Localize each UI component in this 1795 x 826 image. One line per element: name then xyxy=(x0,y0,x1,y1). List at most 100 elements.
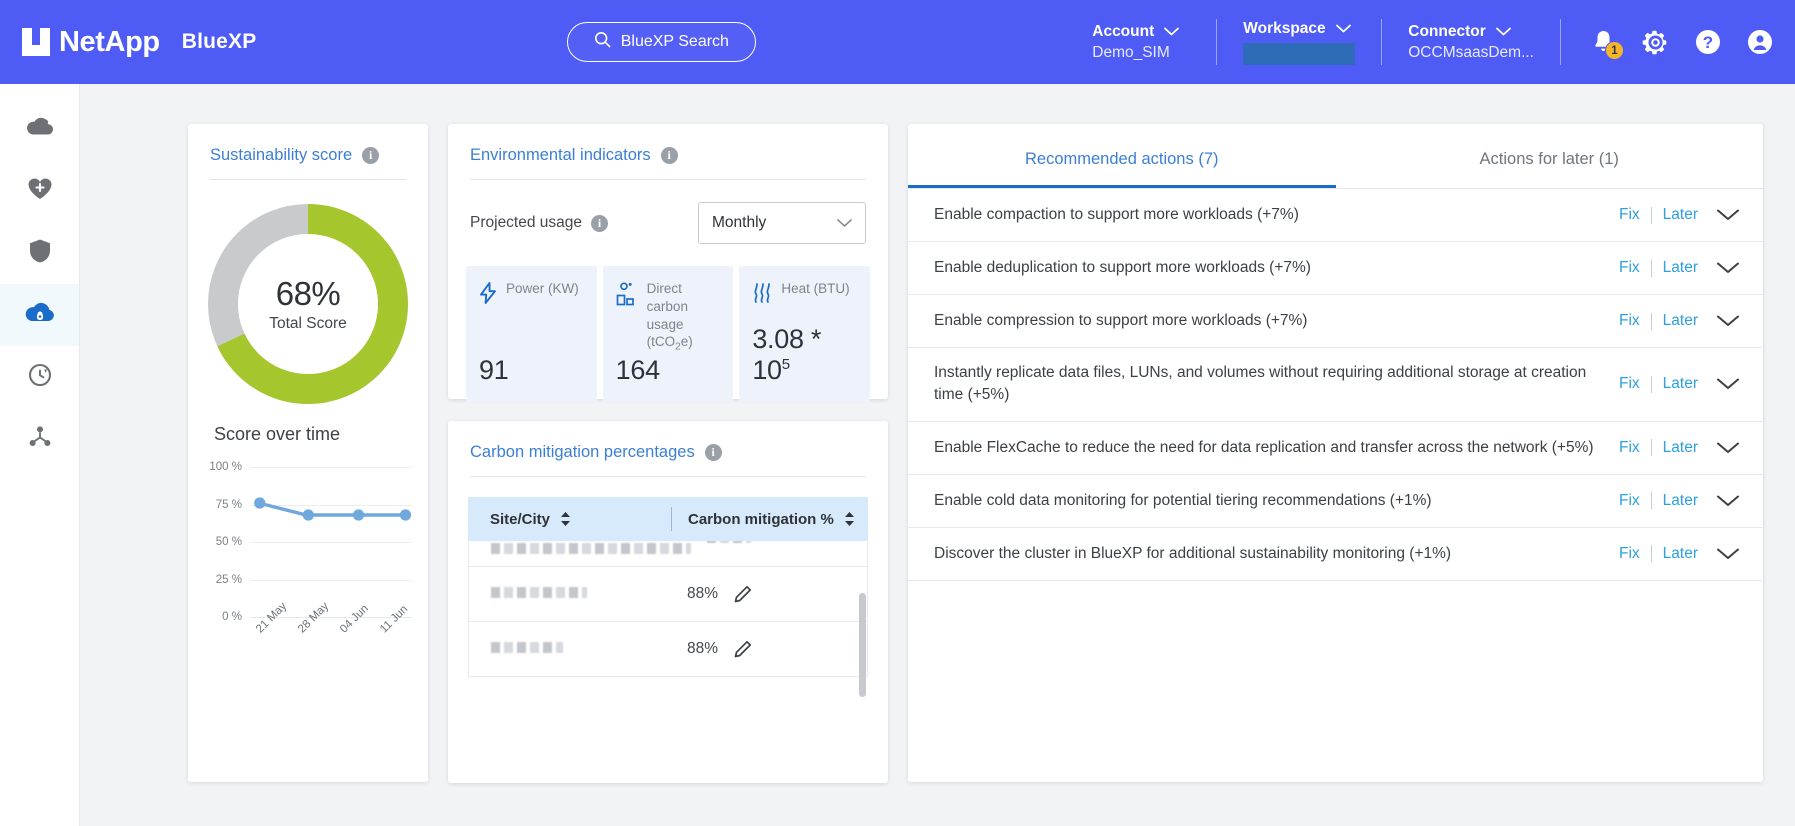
sidebar-item-health[interactable] xyxy=(0,160,79,222)
fix-link[interactable]: Fix xyxy=(1619,492,1640,510)
heat-waves-icon xyxy=(752,282,772,304)
column-header-mitigation[interactable]: Carbon mitigation % xyxy=(672,511,868,528)
environmental-indicators-card: Environmental indicators i Projected usa… xyxy=(448,124,888,402)
action-controls: Fix Later xyxy=(1619,439,1739,457)
later-link[interactable]: Later xyxy=(1663,492,1698,510)
later-link[interactable]: Later xyxy=(1663,206,1698,224)
table-body[interactable]: 88% 88% xyxy=(468,541,868,677)
action-row[interactable]: Instantly replicate data files, LUNs, an… xyxy=(908,348,1763,422)
info-icon[interactable]: i xyxy=(704,444,722,461)
tab-recommended-actions[interactable]: Recommended actions (7) xyxy=(908,124,1336,188)
sidebar-item-governance[interactable] xyxy=(0,408,79,470)
later-link[interactable]: Later xyxy=(1663,545,1698,563)
kpi-carbon-label: Direct carbon usage (tCO2e) xyxy=(647,280,721,354)
tab-recommended-actions-label: Recommended actions (7) xyxy=(1024,150,1219,168)
cell-site xyxy=(469,541,691,559)
chevron-down-icon[interactable] xyxy=(1709,442,1739,454)
chevron-down-icon[interactable] xyxy=(1709,262,1739,274)
projected-usage-row: Projected usage i Monthly xyxy=(448,180,888,244)
tab-actions-for-later-label: Actions for later (1) xyxy=(1479,150,1619,168)
score-donut-chart: 68% Total Score xyxy=(188,180,428,412)
user-avatar-icon[interactable] xyxy=(1747,29,1773,55)
sort-arrows-icon[interactable] xyxy=(560,512,571,526)
chevron-down-icon[interactable] xyxy=(1709,378,1739,390)
pencil-edit-icon[interactable] xyxy=(732,583,754,605)
account-label: Account xyxy=(1092,22,1155,40)
donut-ring: 68% Total Score xyxy=(208,204,408,404)
fix-link[interactable]: Fix xyxy=(1619,545,1640,563)
table-scrollbar[interactable] xyxy=(859,593,866,697)
health-icon xyxy=(27,176,53,206)
action-text: Instantly replicate data files, LUNs, an… xyxy=(934,364,1587,404)
action-row[interactable]: Enable FlexCache to reduce the need for … xyxy=(908,422,1763,475)
help-icon[interactable]: ? xyxy=(1695,29,1721,55)
bluexp-search-label: BlueXP Search xyxy=(620,33,729,50)
table-row[interactable]: 88% xyxy=(468,567,868,622)
workspace-selector[interactable]: Workspace xyxy=(1217,20,1381,65)
cell-mitigation xyxy=(691,541,867,543)
later-link[interactable]: Later xyxy=(1663,312,1698,330)
sustainability-score-card: Sustainability score i 68% Total Score S… xyxy=(188,124,428,782)
fix-link[interactable]: Fix xyxy=(1619,439,1640,457)
netapp-logo-mark xyxy=(22,28,50,56)
left-sidebar xyxy=(0,84,80,826)
table-row[interactable]: 88% xyxy=(468,622,868,677)
sidebar-item-protection[interactable] xyxy=(0,222,79,284)
action-row[interactable]: Enable compression to support more workl… xyxy=(908,295,1763,348)
action-text: Enable compaction to support more worklo… xyxy=(934,205,1299,223)
workspace-value xyxy=(1243,42,1356,65)
sort-arrows-icon[interactable] xyxy=(844,512,855,526)
score-value: 68% xyxy=(275,275,341,312)
chevron-down-icon[interactable] xyxy=(1709,548,1739,560)
info-icon[interactable]: i xyxy=(362,147,380,164)
ytick-label: 25 % xyxy=(215,573,242,586)
link-divider xyxy=(1650,375,1652,393)
info-icon[interactable]: i xyxy=(591,214,609,232)
redacted-site-name xyxy=(491,543,691,554)
chevron-down-icon[interactable] xyxy=(1709,495,1739,507)
action-text: Enable deduplication to support more wor… xyxy=(934,258,1311,276)
bluexp-search-button[interactable]: BlueXP Search xyxy=(566,22,756,62)
sidebar-item-sustainability[interactable] xyxy=(0,284,79,346)
link-divider xyxy=(1650,312,1652,330)
action-row[interactable]: Enable compaction to support more worklo… xyxy=(908,189,1763,242)
cell-site xyxy=(469,585,671,603)
tab-actions-for-later[interactable]: Actions for later (1) xyxy=(1336,124,1764,188)
chevron-down-icon[interactable] xyxy=(1709,315,1739,327)
connector-label: Connector xyxy=(1408,22,1486,40)
info-icon[interactable]: i xyxy=(660,147,678,164)
redacted-site-name xyxy=(491,642,563,653)
later-link[interactable]: Later xyxy=(1663,259,1698,277)
projected-usage-label-group: Projected usage i xyxy=(470,214,609,232)
later-link[interactable]: Later xyxy=(1663,439,1698,457)
fix-link[interactable]: Fix xyxy=(1619,259,1640,277)
cell-site xyxy=(469,640,671,658)
netapp-logo[interactable]: NetApp xyxy=(22,26,160,59)
action-row[interactable]: Enable deduplication to support more wor… xyxy=(908,242,1763,295)
connector-selector[interactable]: Connector OCCMsaasDem... xyxy=(1382,23,1560,62)
sidebar-item-storage[interactable] xyxy=(0,98,79,160)
kpi-carbon: Direct carbon usage (tCO2e) 164 xyxy=(602,266,734,402)
account-value: Demo_SIM xyxy=(1092,43,1170,61)
account-selector[interactable]: Account Demo_SIM xyxy=(1066,23,1216,62)
fix-link[interactable]: Fix xyxy=(1619,375,1640,393)
score-label: Total Score xyxy=(269,315,347,332)
gear-icon[interactable] xyxy=(1642,29,1669,56)
bell-icon[interactable]: 1 xyxy=(1591,29,1624,60)
pencil-edit-icon[interactable] xyxy=(732,638,754,660)
table-row[interactable] xyxy=(468,541,868,567)
fix-link[interactable]: Fix xyxy=(1619,312,1640,330)
search-icon xyxy=(594,31,611,53)
fix-link[interactable]: Fix xyxy=(1619,206,1640,224)
kpi-heat-value: 3.08 * 105 xyxy=(752,324,857,386)
action-row[interactable]: Discover the cluster in BlueXP for addit… xyxy=(908,528,1763,581)
column-header-site[interactable]: Site/City xyxy=(468,511,671,528)
period-select[interactable]: Monthly xyxy=(698,202,866,244)
chevron-down-icon[interactable] xyxy=(1709,209,1739,221)
action-row[interactable]: Enable cold data monitoring for potentia… xyxy=(908,475,1763,528)
later-link[interactable]: Later xyxy=(1663,375,1698,393)
sidebar-item-mobility[interactable] xyxy=(0,346,79,408)
column-header-site-label: Site/City xyxy=(490,510,551,528)
kpi-carbon-value: 164 xyxy=(615,355,660,385)
carbon-title: Carbon mitigation percentages xyxy=(470,443,695,461)
